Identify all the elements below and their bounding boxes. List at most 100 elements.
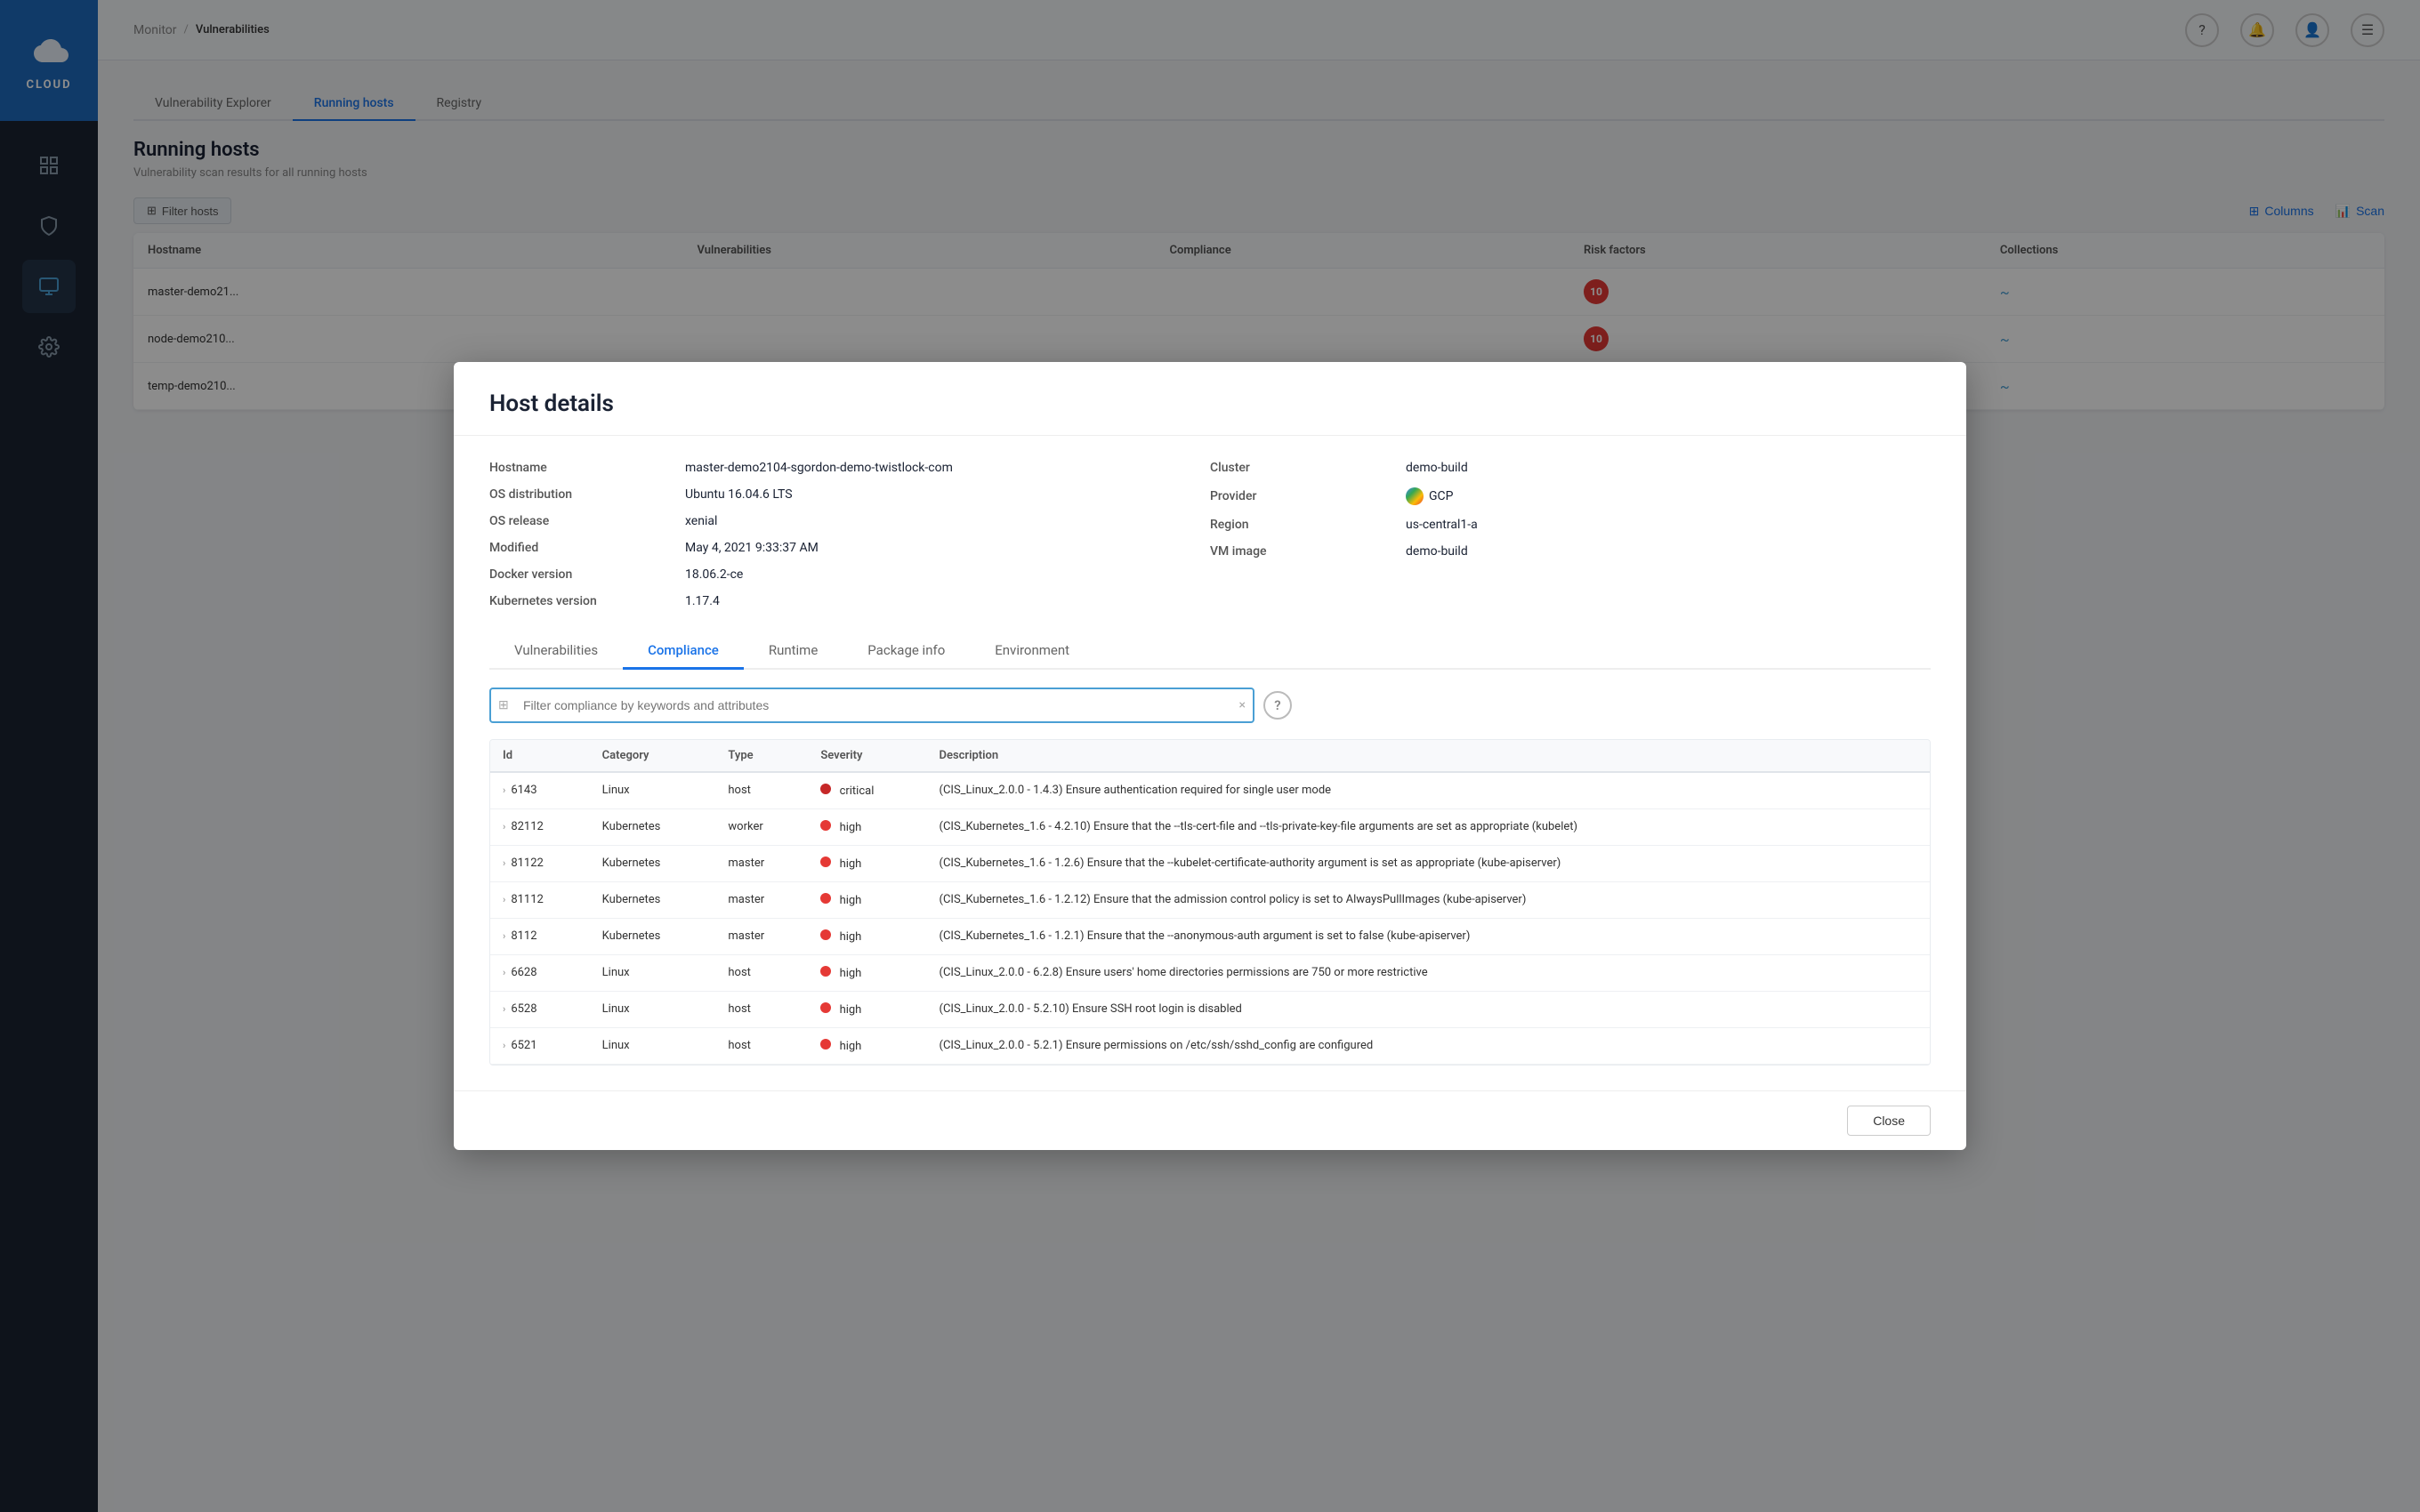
- chevron-icon[interactable]: ›: [503, 1003, 505, 1015]
- filter-search-icon: ⊞: [498, 698, 509, 712]
- compliance-id-cell: › 6628: [490, 955, 590, 992]
- compliance-id-cell: › 6528: [490, 992, 590, 1028]
- tab-compliance[interactable]: Compliance: [623, 633, 744, 670]
- severity-label: high: [840, 930, 862, 944]
- chevron-icon[interactable]: ›: [503, 930, 505, 942]
- filter-help-icon[interactable]: ?: [1263, 691, 1292, 720]
- info-os-release: OS release xenial: [489, 514, 1210, 528]
- host-info-grid: Hostname master-demo2104-sgordon-demo-tw…: [489, 461, 1931, 608]
- info-provider: Provider GCP: [1210, 487, 1931, 505]
- info-vm-image: VM image demo-build: [1210, 544, 1931, 559]
- compliance-id: 6528: [511, 1002, 536, 1016]
- compliance-table-row[interactable]: › 81122 Kubernetes master high (CIS_Kube…: [490, 846, 1930, 882]
- severity-label: high: [840, 1040, 862, 1053]
- os-release-label: OS release: [489, 514, 685, 528]
- tab-package-info[interactable]: Package info: [843, 633, 970, 670]
- filter-input-wrap: ⊞ ×: [489, 688, 1254, 723]
- k8s-value: 1.17.4: [685, 594, 1210, 608]
- chevron-icon[interactable]: ›: [503, 821, 505, 832]
- col-id: Id: [490, 740, 590, 772]
- compliance-table-row[interactable]: › 6528 Linux host high (CIS_Linux_2.0.0 …: [490, 992, 1930, 1028]
- hostname-label: Hostname: [489, 461, 685, 475]
- compliance-id-cell: › 81112: [490, 882, 590, 919]
- compliance-category: Linux: [590, 955, 716, 992]
- hostname-value: master-demo2104-sgordon-demo-twistlock-c…: [685, 461, 1210, 475]
- severity-dot: [820, 857, 831, 867]
- compliance-type: master: [715, 919, 808, 955]
- filter-clear-icon[interactable]: ×: [1239, 698, 1246, 712]
- tab-runtime[interactable]: Runtime: [744, 633, 843, 670]
- info-modified: Modified May 4, 2021 9:33:37 AM: [489, 541, 1210, 555]
- compliance-description: (CIS_Linux_2.0.0 - 6.2.8) Ensure users' …: [927, 955, 1931, 992]
- close-button[interactable]: Close: [1847, 1106, 1931, 1136]
- compliance-table-row[interactable]: › 8112 Kubernetes master high (CIS_Kuber…: [490, 919, 1930, 955]
- compliance-description: (CIS_Kubernetes_1.6 - 1.2.12) Ensure tha…: [927, 882, 1931, 919]
- severity-dot: [820, 893, 831, 904]
- severity-dot: [820, 929, 831, 940]
- region-value: us-central1-a: [1406, 518, 1931, 532]
- chevron-icon[interactable]: ›: [503, 894, 505, 905]
- chevron-icon[interactable]: ›: [503, 967, 505, 978]
- compliance-type: host: [715, 955, 808, 992]
- compliance-category: Linux: [590, 992, 716, 1028]
- severity-label: high: [840, 1003, 862, 1017]
- chevron-icon[interactable]: ›: [503, 784, 505, 796]
- compliance-table-row[interactable]: › 6143 Linux host critical (CIS_Linux_2.…: [490, 772, 1930, 809]
- chevron-icon[interactable]: ›: [503, 1040, 505, 1051]
- modified-value: May 4, 2021 9:33:37 AM: [685, 541, 1210, 555]
- provider-label: Provider: [1210, 489, 1406, 503]
- compliance-table-row[interactable]: › 6521 Linux host high (CIS_Linux_2.0.0 …: [490, 1028, 1930, 1065]
- compliance-id: 6628: [511, 966, 536, 979]
- compliance-table-row[interactable]: › 6628 Linux host high (CIS_Linux_2.0.0 …: [490, 955, 1930, 992]
- info-k8s: Kubernetes version 1.17.4: [489, 594, 1210, 608]
- tab-environment[interactable]: Environment: [970, 633, 1094, 670]
- compliance-id-cell: › 82112: [490, 809, 590, 846]
- compliance-severity: high: [808, 882, 926, 919]
- region-label: Region: [1210, 518, 1406, 532]
- compliance-type: worker: [715, 809, 808, 846]
- compliance-table-row[interactable]: › 81112 Kubernetes master high (CIS_Kube…: [490, 882, 1930, 919]
- compliance-severity: high: [808, 955, 926, 992]
- compliance-id-cell: › 6143: [490, 772, 590, 809]
- chevron-icon[interactable]: ›: [503, 857, 505, 869]
- compliance-severity: high: [808, 919, 926, 955]
- tab-vulnerabilities[interactable]: Vulnerabilities: [489, 633, 623, 670]
- col-description: Description: [927, 740, 1931, 772]
- compliance-id: 81122: [511, 857, 544, 870]
- info-region: Region us-central1-a: [1210, 518, 1931, 532]
- compliance-type: master: [715, 846, 808, 882]
- severity-label: high: [840, 967, 862, 980]
- compliance-description: (CIS_Kubernetes_1.6 - 1.2.1) Ensure that…: [927, 919, 1931, 955]
- modal-body: Hostname master-demo2104-sgordon-demo-tw…: [454, 436, 1966, 1090]
- compliance-filter-input[interactable]: [489, 688, 1254, 723]
- host-info-right: Cluster demo-build Provider GCP Region u…: [1210, 461, 1931, 608]
- compliance-table-row[interactable]: › 82112 Kubernetes worker high (CIS_Kube…: [490, 809, 1930, 846]
- cluster-label: Cluster: [1210, 461, 1406, 475]
- compliance-id: 6143: [511, 784, 536, 797]
- col-severity: Severity: [808, 740, 926, 772]
- severity-dot: [820, 1002, 831, 1013]
- docker-label: Docker version: [489, 567, 685, 582]
- k8s-label: Kubernetes version: [489, 594, 685, 608]
- compliance-id: 8112: [511, 929, 536, 943]
- compliance-filter: ⊞ × ?: [489, 688, 1931, 723]
- severity-dot: [820, 966, 831, 977]
- vm-image-value: demo-build: [1406, 544, 1931, 559]
- compliance-description: (CIS_Linux_2.0.0 - 5.2.1) Ensure permiss…: [927, 1028, 1931, 1065]
- compliance-id: 81112: [511, 893, 544, 906]
- col-type: Type: [715, 740, 808, 772]
- compliance-category: Kubernetes: [590, 919, 716, 955]
- compliance-description: (CIS_Linux_2.0.0 - 1.4.3) Ensure authent…: [927, 772, 1931, 809]
- severity-dot: [820, 820, 831, 831]
- severity-dot: [820, 784, 831, 794]
- os-dist-label: OS distribution: [489, 487, 685, 502]
- compliance-type: host: [715, 992, 808, 1028]
- compliance-category: Kubernetes: [590, 882, 716, 919]
- compliance-id: 82112: [511, 820, 544, 833]
- info-hostname: Hostname master-demo2104-sgordon-demo-tw…: [489, 461, 1210, 475]
- modal-title: Host details: [489, 390, 1931, 417]
- compliance-category: Kubernetes: [590, 809, 716, 846]
- compliance-severity: high: [808, 1028, 926, 1065]
- modal-overlay[interactable]: Host details Hostname master-demo2104-sg…: [0, 0, 2420, 1512]
- severity-dot: [820, 1039, 831, 1050]
